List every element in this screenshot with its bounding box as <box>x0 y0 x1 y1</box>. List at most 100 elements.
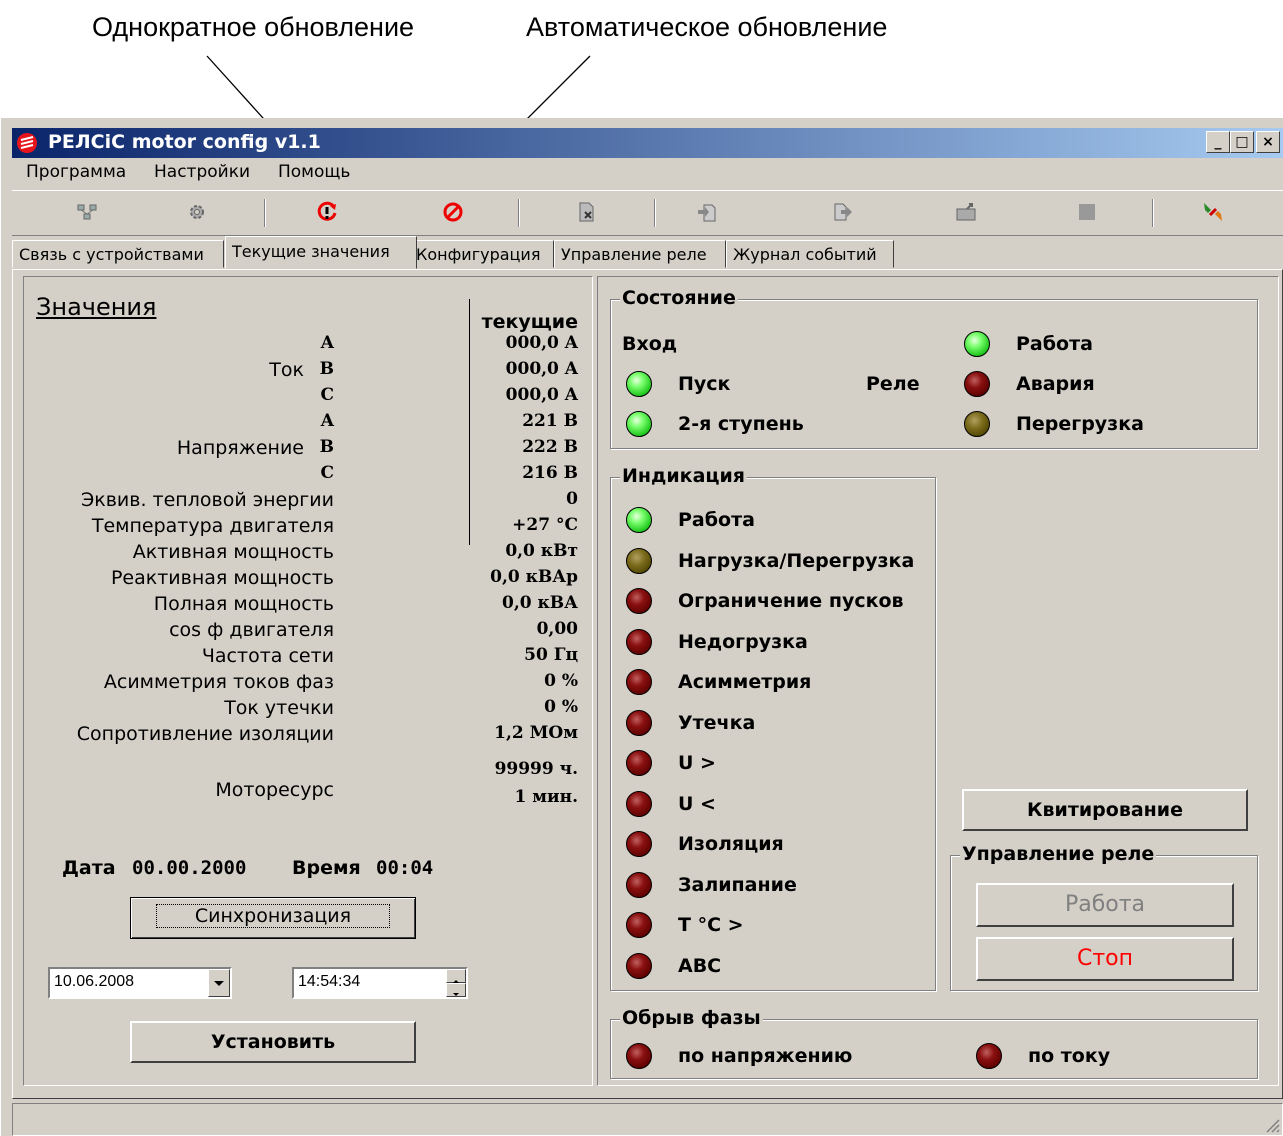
menu-settings[interactable]: Настройки <box>154 162 250 182</box>
auto-refresh-icon[interactable] <box>438 197 468 227</box>
value-row-value: 0 <box>566 489 578 509</box>
phase-break-current-led <box>976 1043 1002 1069</box>
spin-down-button[interactable] <box>446 983 466 997</box>
time-spinner[interactable] <box>446 969 466 997</box>
motoresource-label: Моторесурс <box>215 779 334 801</box>
indication-title: Индикация <box>620 465 747 487</box>
value-row-value: 0,0 кВА <box>502 593 578 613</box>
value-row-value: 0 % <box>544 671 578 691</box>
import-icon[interactable] <box>692 197 722 227</box>
settings-icon[interactable] <box>182 197 212 227</box>
maximize-button[interactable]: □ <box>1230 131 1254 153</box>
relay-stop-button[interactable]: Стоп <box>976 937 1234 981</box>
state-title: Состояние <box>620 287 738 309</box>
input-label: Вход <box>622 333 678 355</box>
voltage-value: 221 B <box>522 411 578 431</box>
menu-program[interactable]: Программа <box>26 162 126 182</box>
relay-alarm-label: Авария <box>1016 373 1095 395</box>
indication-label: U < <box>678 792 716 815</box>
menu-help[interactable]: Помощь <box>278 162 350 182</box>
indication-led <box>626 588 652 614</box>
value-row-label: Асимметрия токов фаз <box>103 671 334 693</box>
indication-label: Утечка <box>678 711 756 734</box>
voltage-value: 222 B <box>522 437 578 457</box>
indication-label: Асимметрия <box>678 671 812 693</box>
date-input-value: 10.06.2008 <box>54 973 135 990</box>
indication-label: Работа <box>678 509 755 531</box>
indication-led <box>626 952 652 979</box>
toolbar-separator <box>264 199 266 227</box>
tab-device-connection[interactable]: Связь с устройствами <box>12 240 224 268</box>
value-row-value: +27 °C <box>512 515 578 535</box>
status-panel: Состояние Вход Пуск 2-я ступень Реле Раб… <box>597 276 1279 1086</box>
toolbar-separator <box>518 199 520 227</box>
indication-label: Недогрузка <box>678 630 808 653</box>
indication-led <box>626 750 652 776</box>
close-button[interactable]: × <box>1256 131 1280 153</box>
tab-configuration[interactable]: Конфигурация <box>409 240 554 268</box>
time-input[interactable]: 14:54:34 <box>292 967 468 999</box>
tab-event-log[interactable]: Журнал событий <box>726 240 894 268</box>
current-value: 000,0 A <box>505 359 578 379</box>
indication-led <box>626 831 652 857</box>
indication-label: ABC <box>678 954 722 977</box>
app-logo-icon <box>17 133 37 153</box>
phase-break-current-label: по току <box>1028 1045 1111 1067</box>
resize-grip-icon[interactable] <box>1264 1117 1280 1133</box>
motoresource-min: 1 мин. <box>514 787 578 807</box>
second-stage-led <box>626 411 652 437</box>
tab-current-values[interactable]: Текущие значения <box>225 236 417 269</box>
date-dropdown-button[interactable] <box>208 969 230 997</box>
date-label: Дата <box>62 857 116 879</box>
tab-relay-control[interactable]: Управление реле <box>554 240 726 268</box>
time-label: Время <box>292 857 361 879</box>
export-icon[interactable] <box>828 197 858 227</box>
time-value: 00:04 <box>376 857 434 879</box>
relay-work-button[interactable]: Работа <box>976 883 1234 927</box>
chevron-down-icon <box>453 993 459 996</box>
voltage-label: Напряжение <box>176 437 304 459</box>
value-row-label: Полная мощность <box>153 593 334 615</box>
relay-alarm-led <box>964 371 990 397</box>
phase-label: C <box>320 385 334 405</box>
motoresource-hours: 99999 ч. <box>494 759 578 779</box>
indication-led <box>626 628 652 655</box>
delete-file-icon[interactable] <box>572 197 602 227</box>
start-label: Пуск <box>678 373 731 395</box>
value-row-label: cos ф двигателя <box>169 619 334 641</box>
current-value: 000,0 A <box>505 385 578 405</box>
value-row-label: Сопротивление изоляции <box>76 723 334 745</box>
minimize-button[interactable]: _ <box>1206 131 1230 153</box>
value-row-label: Эквив. тепловой энергии <box>80 489 334 511</box>
time-input-value: 14:54:34 <box>298 973 361 990</box>
date-input[interactable]: 10.06.2008 <box>48 967 232 999</box>
ack-button[interactable]: Квитирование <box>962 789 1248 831</box>
indication-led <box>626 709 652 736</box>
phase-label: A <box>320 333 334 353</box>
spin-up-button[interactable] <box>446 969 466 983</box>
phase-label: B <box>319 359 334 379</box>
disconnect-icon[interactable] <box>1198 197 1228 227</box>
indication-label: Изоляция <box>678 833 784 855</box>
relay-overload-led <box>964 411 990 437</box>
sync-button[interactable]: Синхронизация <box>130 897 416 939</box>
indication-led <box>626 669 652 695</box>
value-row-label: Активная мощность <box>132 541 334 563</box>
set-button[interactable]: Установить <box>130 1021 416 1063</box>
phase-break-voltage-label: по напряжению <box>678 1045 853 1067</box>
relay-work-label: Работа <box>1016 333 1093 355</box>
title-bar[interactable]: РЕЛСiС motor config v1.1 _ □ × <box>12 128 1283 158</box>
indication-label: Ограничение пусков <box>678 590 904 612</box>
indication-led <box>626 507 652 533</box>
value-row-label: Реактивная мощность <box>110 567 334 589</box>
indication-label: U > <box>678 752 716 774</box>
open-folder-icon[interactable] <box>952 197 982 227</box>
indication-led <box>626 912 652 938</box>
network-icon[interactable] <box>72 197 102 227</box>
stop-icon[interactable] <box>1072 197 1102 227</box>
indication-led <box>626 871 652 898</box>
single-refresh-icon[interactable] <box>312 197 342 227</box>
toolbar <box>12 190 1283 236</box>
start-led <box>626 371 652 397</box>
tab-content: Значения текущие Ток A B C 000,0 A 000,0… <box>12 269 1283 1099</box>
